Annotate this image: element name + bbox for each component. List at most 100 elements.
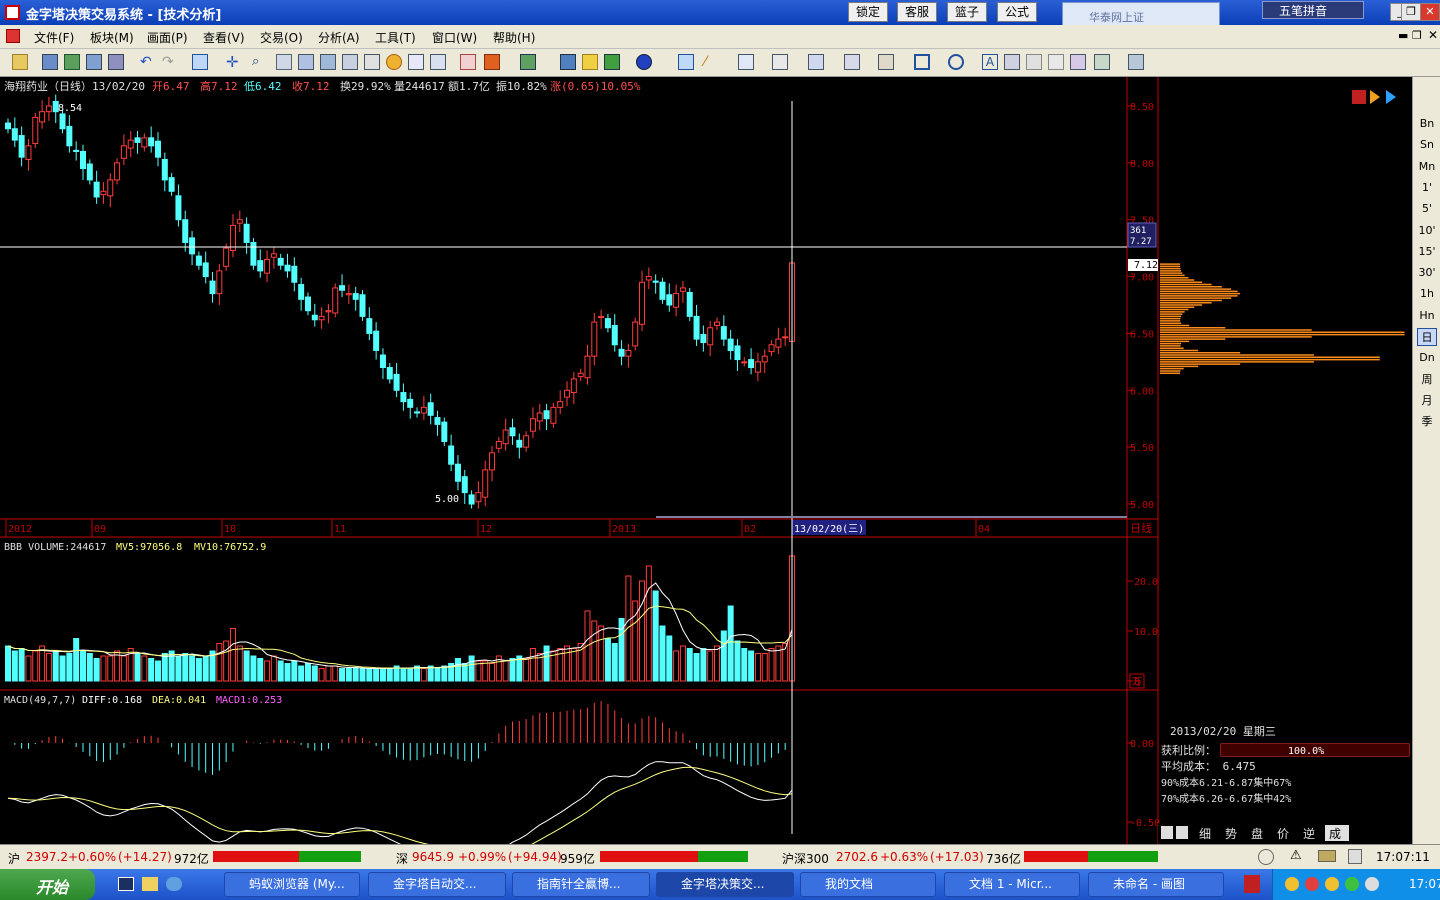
channel-icon[interactable] (738, 54, 754, 70)
list-icon[interactable] (484, 54, 500, 70)
menu-view-screen[interactable]: 画面(P) (147, 29, 188, 46)
period-button[interactable]: Sn (1417, 136, 1437, 154)
play-icon[interactable] (1370, 90, 1380, 104)
fibonacci-icon[interactable] (808, 54, 824, 70)
browser-icon[interactable] (166, 877, 182, 891)
close-icon[interactable]: ✕ (1420, 3, 1440, 21)
chart-canvas[interactable]: 海翔药业（日线）13/02/20 开6.47 高7.12 低6.42 收7.12… (0, 77, 1412, 900)
task-pyramid-auto[interactable]: 金字塔自动交... (368, 872, 506, 897)
period-button[interactable]: 季 (1417, 413, 1437, 431)
mdi-restore-icon[interactable]: ❐ (1412, 29, 1422, 42)
restore-icon[interactable]: ❐ (1401, 3, 1421, 21)
save-icon[interactable] (86, 54, 102, 70)
mdi-close-icon[interactable]: ✕ (1428, 28, 1438, 42)
chart-icon[interactable] (430, 54, 446, 70)
angle-icon[interactable] (878, 54, 894, 70)
period-button[interactable]: Dn (1417, 349, 1437, 367)
task-ant-browser[interactable]: 蚂蚁浏览器 (My... (224, 872, 360, 897)
rectangle-icon[interactable] (914, 54, 930, 70)
period-button[interactable]: 1h (1417, 285, 1437, 303)
ime-bar[interactable]: 五笔拼音 (1262, 1, 1364, 19)
period-button[interactable]: 日 (1417, 328, 1437, 346)
menu-block[interactable]: 板块(M) (90, 29, 134, 46)
task-word[interactable]: 文档 1 - Micr... (944, 872, 1080, 897)
start-button[interactable]: 开始 (0, 869, 95, 900)
calendar-icon[interactable] (1348, 849, 1362, 864)
period-button[interactable]: Hn (1417, 307, 1437, 325)
tray-app-icon[interactable] (1305, 877, 1319, 891)
line-tool-icon[interactable]: ⁄ (704, 54, 720, 70)
forward-icon[interactable] (1386, 90, 1396, 104)
alert-icon[interactable] (386, 54, 402, 70)
draw-mode-icon[interactable] (678, 54, 694, 70)
erase-icon[interactable] (1026, 54, 1042, 70)
strategy-icon[interactable] (604, 54, 620, 70)
copy-icon[interactable] (320, 54, 336, 70)
text-tool-icon[interactable]: A (982, 54, 998, 70)
crosshair-icon[interactable]: ✛ (226, 54, 242, 70)
qq-icon[interactable] (1285, 877, 1299, 891)
stack-icon[interactable] (520, 54, 536, 70)
period-button[interactable]: 月 (1417, 392, 1437, 410)
globe-icon[interactable] (636, 54, 652, 70)
indicator-icon[interactable] (460, 54, 476, 70)
menu-file[interactable]: 文件(F) (34, 29, 74, 46)
task-my-documents[interactable]: 我的文档 (800, 872, 936, 897)
antivirus-icon[interactable] (1244, 875, 1260, 893)
menu-window[interactable]: 窗口(W) (432, 29, 477, 46)
task-compass[interactable]: 指南针全赢博... (512, 872, 650, 897)
mark-icon[interactable] (1004, 54, 1020, 70)
redo-icon[interactable]: ↷ (162, 54, 178, 70)
notes-icon[interactable] (408, 54, 424, 70)
select-cursor-icon[interactable] (192, 54, 208, 70)
period-button[interactable]: 10' (1417, 222, 1437, 240)
lock-button[interactable]: 锁定 (848, 2, 888, 22)
basket-button[interactable]: 篮子 (947, 2, 987, 22)
zoom-icon[interactable]: ⌕ (252, 54, 268, 70)
document-icon[interactable] (6, 29, 20, 43)
period-button[interactable]: Bn (1417, 115, 1437, 133)
window-icon[interactable] (298, 54, 314, 70)
columns-icon[interactable] (772, 54, 788, 70)
qq2-icon[interactable] (1325, 877, 1339, 891)
template-icon[interactable] (1070, 54, 1086, 70)
connection-icon[interactable] (1258, 849, 1274, 865)
period-button[interactable]: 15' (1417, 243, 1437, 261)
folder-icon[interactable] (142, 877, 158, 891)
menu-help[interactable]: 帮助(H) (493, 29, 535, 46)
desktop-icon[interactable] (118, 877, 134, 891)
eraser-icon[interactable] (1048, 54, 1064, 70)
service-button[interactable]: 客服 (897, 2, 937, 22)
script-icon[interactable] (582, 54, 598, 70)
warning-icon[interactable]: ⚠ (1290, 848, 1302, 863)
network-icon[interactable] (1345, 877, 1359, 891)
menu-view[interactable]: 查看(V) (203, 29, 245, 46)
task-paint[interactable]: 未命名 - 画图 (1088, 872, 1224, 897)
table-view-icon[interactable] (1094, 54, 1110, 70)
period-button[interactable]: Mn (1417, 158, 1437, 176)
period-button[interactable]: 5' (1417, 200, 1437, 218)
menu-trade[interactable]: 交易(O) (260, 29, 303, 46)
print-icon[interactable] (364, 54, 380, 70)
task-pyramid-decision[interactable]: 金字塔决策交... (656, 872, 794, 897)
grid-icon[interactable] (64, 54, 80, 70)
technical-chart[interactable]: 海翔药业（日线）13/02/20 开6.47 高7.12 低6.42 收7.12… (0, 77, 1412, 900)
undo-icon[interactable]: ↶ (140, 54, 156, 70)
layout-icon[interactable] (42, 54, 58, 70)
scale-icon[interactable] (276, 54, 292, 70)
tab-prev-icon[interactable] (1161, 826, 1173, 839)
monitor-icon[interactable] (560, 54, 576, 70)
gann-icon[interactable] (844, 54, 860, 70)
period-button[interactable]: 1' (1417, 179, 1437, 197)
menu-analysis[interactable]: 分析(A) (318, 29, 360, 46)
period-button[interactable]: 30' (1417, 264, 1437, 282)
ellipse-icon[interactable] (948, 54, 964, 70)
period-button[interactable]: 周 (1417, 371, 1437, 389)
volume-icon[interactable] (1365, 877, 1379, 891)
open-folder-icon[interactable] (12, 54, 28, 70)
settings-icon[interactable] (1128, 54, 1144, 70)
tab-next-icon[interactable] (1176, 826, 1188, 839)
mdi-minimize-icon[interactable]: ▬ (1398, 29, 1408, 42)
keyboard-icon[interactable] (1318, 850, 1336, 862)
export-icon[interactable] (108, 54, 124, 70)
